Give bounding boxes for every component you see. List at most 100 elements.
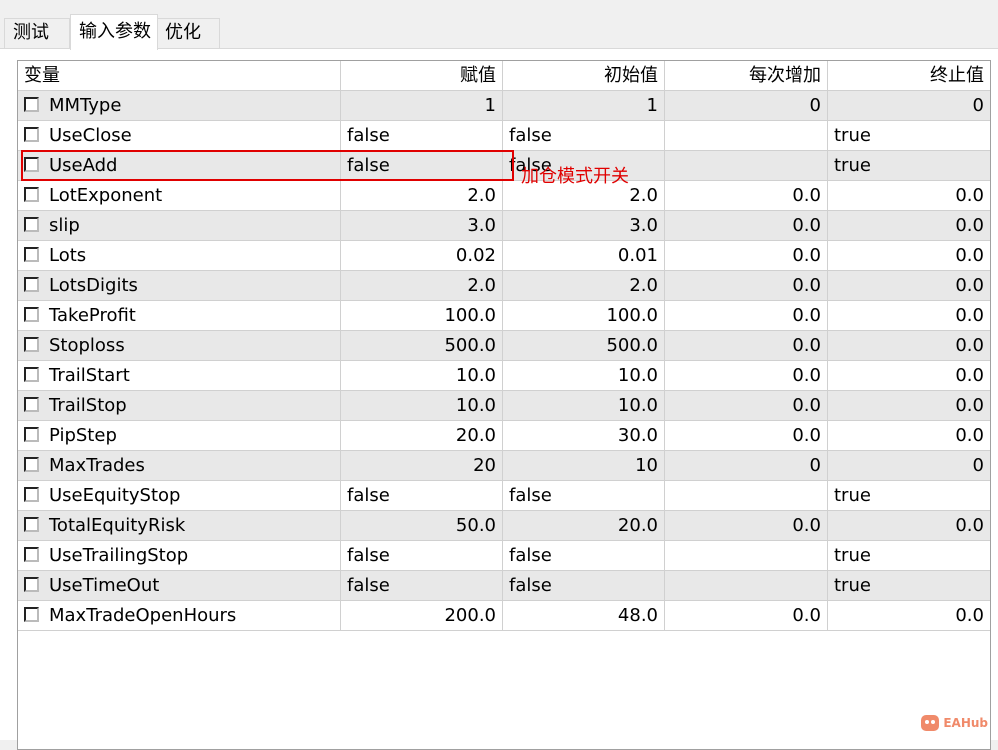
param-value-cell[interactable]: 20 — [341, 451, 503, 481]
param-start-cell[interactable]: 20.0 — [503, 511, 665, 541]
col-header-stop[interactable]: 终止值 — [828, 61, 990, 91]
param-start-cell[interactable]: 500.0 — [503, 331, 665, 361]
param-stop-cell[interactable]: 0.0 — [828, 601, 990, 631]
param-value-cell[interactable]: false — [341, 571, 503, 601]
param-stop-cell[interactable]: 0.0 — [828, 271, 990, 301]
table-row[interactable]: MMType 1 1 0 0 — [18, 91, 990, 121]
param-step-cell[interactable] — [665, 481, 828, 511]
param-step-cell[interactable]: 0.0 — [665, 421, 828, 451]
table-row[interactable]: UseTrailingStop false false true — [18, 541, 990, 571]
param-step-cell[interactable]: 0.0 — [665, 331, 828, 361]
param-stop-cell[interactable]: 0.0 — [828, 511, 990, 541]
param-step-cell[interactable] — [665, 121, 828, 151]
param-checkbox[interactable] — [24, 577, 39, 592]
table-row[interactable]: UseEquityStop false false true — [18, 481, 990, 511]
param-checkbox[interactable] — [24, 337, 39, 352]
param-step-cell[interactable]: 0.0 — [665, 511, 828, 541]
param-checkbox[interactable] — [24, 187, 39, 202]
col-header-variable[interactable]: 变量 — [18, 61, 341, 91]
param-step-cell[interactable] — [665, 541, 828, 571]
param-step-cell[interactable]: 0.0 — [665, 181, 828, 211]
table-row[interactable]: TotalEquityRisk 50.0 20.0 0.0 0.0 — [18, 511, 990, 541]
param-start-cell[interactable]: false — [503, 541, 665, 571]
param-value-cell[interactable]: false — [341, 121, 503, 151]
param-stop-cell[interactable]: 0.0 — [828, 211, 990, 241]
param-start-cell[interactable]: false — [503, 571, 665, 601]
table-row[interactable]: MaxTradeOpenHours 200.0 48.0 0.0 0.0 — [18, 601, 990, 631]
param-checkbox[interactable] — [24, 97, 39, 112]
col-header-start[interactable]: 初始值 — [503, 61, 665, 91]
param-stop-cell[interactable]: true — [828, 121, 990, 151]
param-start-cell[interactable]: false — [503, 481, 665, 511]
param-step-cell[interactable]: 0 — [665, 451, 828, 481]
param-start-cell[interactable]: 10 — [503, 451, 665, 481]
table-row[interactable]: TrailStart 10.0 10.0 0.0 0.0 — [18, 361, 990, 391]
param-stop-cell[interactable]: 0.0 — [828, 241, 990, 271]
param-checkbox[interactable] — [24, 307, 39, 322]
param-checkbox[interactable] — [24, 217, 39, 232]
param-checkbox[interactable] — [24, 487, 39, 502]
param-stop-cell[interactable]: true — [828, 481, 990, 511]
param-step-cell[interactable] — [665, 151, 828, 181]
param-value-cell[interactable]: 1 — [341, 91, 503, 121]
param-value-cell[interactable]: false — [341, 151, 503, 181]
param-step-cell[interactable]: 0.0 — [665, 391, 828, 421]
param-stop-cell[interactable]: true — [828, 571, 990, 601]
param-checkbox[interactable] — [24, 157, 39, 172]
param-start-cell[interactable]: 2.0 — [503, 271, 665, 301]
table-row[interactable]: PipStep 20.0 30.0 0.0 0.0 — [18, 421, 990, 451]
col-header-value[interactable]: 赋值 — [341, 61, 503, 91]
param-stop-cell[interactable]: true — [828, 151, 990, 181]
param-start-cell[interactable]: 10.0 — [503, 361, 665, 391]
param-step-cell[interactable]: 0.0 — [665, 271, 828, 301]
table-row[interactable]: Stoploss 500.0 500.0 0.0 0.0 — [18, 331, 990, 361]
param-checkbox[interactable] — [24, 367, 39, 382]
param-value-cell[interactable]: false — [341, 481, 503, 511]
param-value-cell[interactable]: 50.0 — [341, 511, 503, 541]
param-stop-cell[interactable]: 0.0 — [828, 391, 990, 421]
param-checkbox[interactable] — [24, 247, 39, 262]
param-checkbox[interactable] — [24, 397, 39, 412]
param-step-cell[interactable]: 0.0 — [665, 301, 828, 331]
table-row[interactable]: TakeProfit 100.0 100.0 0.0 0.0 — [18, 301, 990, 331]
table-row[interactable]: MaxTrades 20 10 0 0 — [18, 451, 990, 481]
table-row[interactable]: UseAdd false false true — [18, 151, 990, 181]
param-value-cell[interactable]: 500.0 — [341, 331, 503, 361]
table-row[interactable]: LotExponent 2.0 2.0 0.0 0.0 — [18, 181, 990, 211]
param-stop-cell[interactable]: true — [828, 541, 990, 571]
param-value-cell[interactable]: 2.0 — [341, 271, 503, 301]
param-stop-cell[interactable]: 0.0 — [828, 421, 990, 451]
param-start-cell[interactable]: 10.0 — [503, 391, 665, 421]
param-checkbox[interactable] — [24, 517, 39, 532]
param-start-cell[interactable]: 3.0 — [503, 211, 665, 241]
table-row[interactable]: UseTimeOut false false true — [18, 571, 990, 601]
param-stop-cell[interactable]: 0.0 — [828, 301, 990, 331]
param-checkbox[interactable] — [24, 127, 39, 142]
param-value-cell[interactable]: 0.02 — [341, 241, 503, 271]
table-row[interactable]: TrailStop 10.0 10.0 0.0 0.0 — [18, 391, 990, 421]
param-value-cell[interactable]: 10.0 — [341, 361, 503, 391]
param-checkbox[interactable] — [24, 547, 39, 562]
param-value-cell[interactable]: 3.0 — [341, 211, 503, 241]
param-value-cell[interactable]: 10.0 — [341, 391, 503, 421]
param-step-cell[interactable] — [665, 571, 828, 601]
param-stop-cell[interactable]: 0 — [828, 451, 990, 481]
param-stop-cell[interactable]: 0.0 — [828, 181, 990, 211]
param-start-cell[interactable]: 30.0 — [503, 421, 665, 451]
param-step-cell[interactable]: 0.0 — [665, 211, 828, 241]
param-value-cell[interactable]: 100.0 — [341, 301, 503, 331]
param-step-cell[interactable]: 0.0 — [665, 361, 828, 391]
param-checkbox[interactable] — [24, 277, 39, 292]
table-row[interactable]: LotsDigits 2.0 2.0 0.0 0.0 — [18, 271, 990, 301]
table-row[interactable]: slip 3.0 3.0 0.0 0.0 — [18, 211, 990, 241]
param-start-cell[interactable]: 48.0 — [503, 601, 665, 631]
col-header-step[interactable]: 每次增加 — [665, 61, 828, 91]
param-checkbox[interactable] — [24, 457, 39, 472]
param-step-cell[interactable]: 0 — [665, 91, 828, 121]
param-start-cell[interactable]: false — [503, 121, 665, 151]
param-checkbox[interactable] — [24, 607, 39, 622]
param-stop-cell[interactable]: 0.0 — [828, 331, 990, 361]
param-stop-cell[interactable]: 0.0 — [828, 361, 990, 391]
param-step-cell[interactable]: 0.0 — [665, 241, 828, 271]
param-value-cell[interactable]: 20.0 — [341, 421, 503, 451]
